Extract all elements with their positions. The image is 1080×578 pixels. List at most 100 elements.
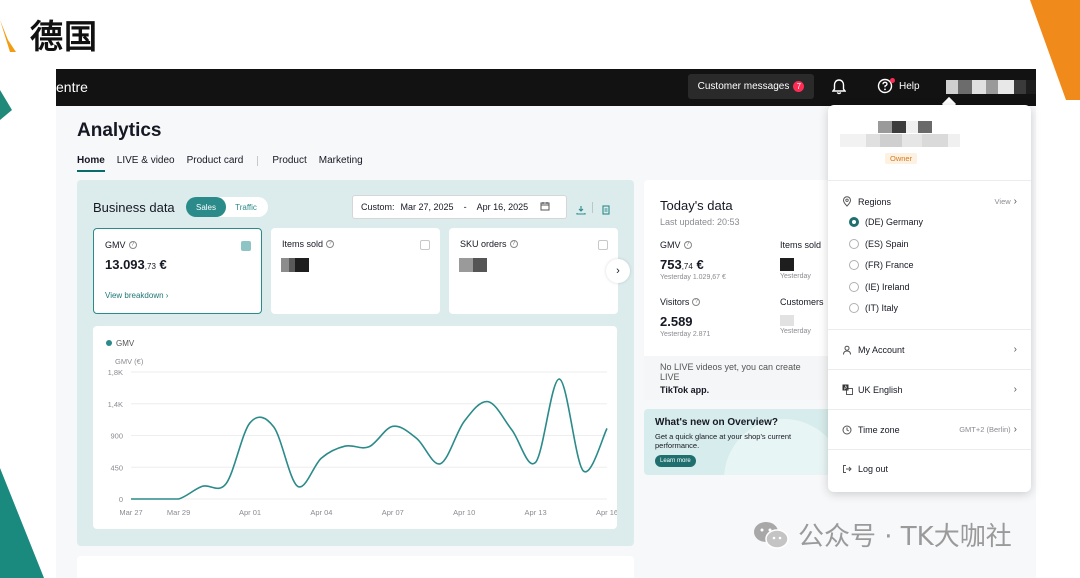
x-tick-label: Apr 04 (310, 508, 332, 517)
regions-header[interactable]: Regions View › (842, 196, 1017, 207)
page-title: Analytics (77, 120, 162, 141)
wechat-icon (752, 520, 790, 550)
region-label: (FR) France (865, 260, 914, 270)
date-start: Mar 27, 2025 (400, 202, 454, 212)
metric-sku-orders-label: SKU orders (460, 239, 507, 249)
y-tick-label: 900 (110, 432, 123, 441)
metric-gmv-checkbox[interactable] (241, 241, 251, 251)
timezone-label: Time zone (858, 424, 900, 435)
chevron-right-icon: › (616, 265, 620, 277)
metric-sku-label-row: SKU orders ? (460, 239, 518, 249)
whats-new-title: What's new on Overview? (655, 417, 778, 428)
bell-icon[interactable] (831, 79, 847, 100)
tab-divider (257, 155, 259, 166)
region-option-de[interactable]: (DE) Germany (849, 217, 923, 227)
slide: 德国 entre Customer messages 7 Help Analyt… (0, 0, 1080, 578)
tab-product[interactable]: Product (272, 155, 306, 172)
today-items-value-pixelated (780, 258, 794, 271)
today-gmv: GMV? 753,74 € Yesterday 1.029,67 € (660, 240, 726, 281)
live-notice-app: TikTok app. (660, 385, 710, 395)
today-items-sold: Items sold Yesterday (780, 240, 821, 280)
radio-selected-icon (849, 217, 859, 227)
my-account-item[interactable]: My Account › (842, 344, 1017, 355)
regions-view-link[interactable]: View (995, 197, 1011, 206)
metric-items-label-row: Items sold ? (282, 239, 335, 249)
legend-label: GMV (116, 339, 135, 348)
toggle-sales[interactable]: Sales (186, 197, 226, 217)
tab-home[interactable]: Home (77, 155, 105, 172)
today-gmv-label: GMV (660, 240, 681, 250)
language-item[interactable]: A UK English › (842, 384, 1017, 395)
x-tick-label: Apr 07 (382, 508, 404, 517)
today-customers-value-pixelated (780, 315, 794, 326)
info-icon: ? (326, 240, 335, 248)
tab-product-card[interactable]: Product card (187, 155, 244, 172)
metric-card-items-sold[interactable]: Items sold ? (271, 228, 440, 314)
icon-divider (592, 202, 593, 213)
download-icon[interactable] (576, 202, 586, 220)
today-visitors-value: 2.589 (660, 314, 693, 329)
date-prefix: Custom: (361, 202, 395, 212)
log-out-item[interactable]: Log out (842, 464, 1017, 474)
sku-orders-value-pixelated (459, 258, 487, 272)
business-data-title: Business data (93, 200, 175, 215)
live-notice: No LIVE videos yet, you can create LIVE … (644, 356, 834, 400)
region-option-es[interactable]: (ES) Spain (849, 239, 909, 249)
metric-items-sold-checkbox[interactable] (420, 240, 430, 250)
y-axis-label: GMV (€) (115, 357, 144, 366)
radio-icon (849, 303, 859, 313)
today-gmv-value: 753,74 € (660, 257, 704, 272)
items-sold-value-pixelated (281, 258, 309, 272)
toggle-traffic[interactable]: Traffic (226, 203, 266, 212)
gmv-series-line (131, 378, 608, 500)
account-avatar-pixelated[interactable] (946, 80, 1036, 94)
view-breakdown-link[interactable]: View breakdown › (105, 291, 168, 300)
y-tick-label: 1,8K (108, 368, 123, 377)
radio-icon (849, 260, 859, 270)
metric-items-sold-label: Items sold (282, 239, 324, 249)
sales-traffic-toggle[interactable]: Sales Traffic (186, 197, 268, 217)
today-visitors-label: Visitors (660, 297, 690, 307)
help-button[interactable]: Help (877, 78, 920, 94)
user-icon (842, 345, 854, 355)
x-tick-label: Apr 10 (453, 508, 475, 517)
top-navigation-bar: entre Customer messages 7 Help (56, 69, 1036, 106)
date-separator: - (463, 202, 467, 212)
metrics-next-button[interactable]: › (606, 259, 630, 283)
y-tick-label: 450 (110, 463, 123, 472)
watermark-text: 公众号 · TK大咖社 (798, 522, 1012, 552)
customer-messages-button[interactable]: Customer messages 7 (688, 74, 814, 99)
date-range-picker[interactable]: Custom: Mar 27, 2025 - Apr 16, 2025 (352, 195, 567, 219)
tab-live-video[interactable]: LIVE & video (117, 155, 175, 172)
business-data-card: Business data Sales Traffic Custom: Mar … (77, 180, 634, 546)
metric-gmv-label: GMV (105, 240, 126, 250)
report-icon[interactable] (601, 202, 611, 220)
region-option-it[interactable]: (IT) Italy (849, 303, 898, 313)
today-visitors: Visitors? 2.589 Yesterday 2.871 (660, 297, 710, 338)
metric-card-gmv[interactable]: GMV ? 13.093,73 € View breakdown › (93, 228, 262, 314)
region-option-ie[interactable]: (IE) Ireland (849, 282, 910, 292)
tab-marketing[interactable]: Marketing (319, 155, 363, 172)
calendar-icon (540, 201, 550, 213)
gmv-line-chart: GMV GMV (€) 0 450 900 1,4K 1,8K Mar 27 Mar 29 Apr… (106, 339, 617, 517)
next-section-card (77, 556, 634, 578)
account-info: Owner (828, 105, 1031, 181)
help-label: Help (899, 80, 920, 92)
brand-label: entre (56, 79, 88, 95)
account-name-pixelated (878, 121, 932, 133)
gmv-chart-card: GMV GMV (€) 0 450 900 1,4K 1,8K Mar 27 Mar 29 Apr… (93, 326, 617, 529)
x-tick-label: Apr 16 (596, 508, 617, 517)
metric-sku-orders-checkbox[interactable] (598, 240, 608, 250)
metric-card-sku-orders[interactable]: SKU orders ? (449, 228, 618, 314)
customer-messages-label: Customer messages (697, 81, 790, 92)
slide-decoration-bottom-left (0, 468, 44, 578)
metric-gmv-label-row: GMV ? (105, 240, 137, 250)
timezone-item[interactable]: Time zone GMT+2 (Berlin) › (842, 424, 1017, 435)
account-dropdown-menu: Owner Regions View › (DE) Germany (ES) Sp… (828, 105, 1031, 492)
learn-more-button[interactable]: Learn more (655, 455, 696, 467)
analytics-tabs: Home LIVE & video Product card Product M… (77, 155, 375, 172)
region-option-fr[interactable]: (FR) France (849, 260, 914, 270)
x-tick-label: Apr 01 (239, 508, 261, 517)
log-out-icon (842, 464, 854, 474)
x-tick-label: Mar 27 (119, 508, 142, 517)
